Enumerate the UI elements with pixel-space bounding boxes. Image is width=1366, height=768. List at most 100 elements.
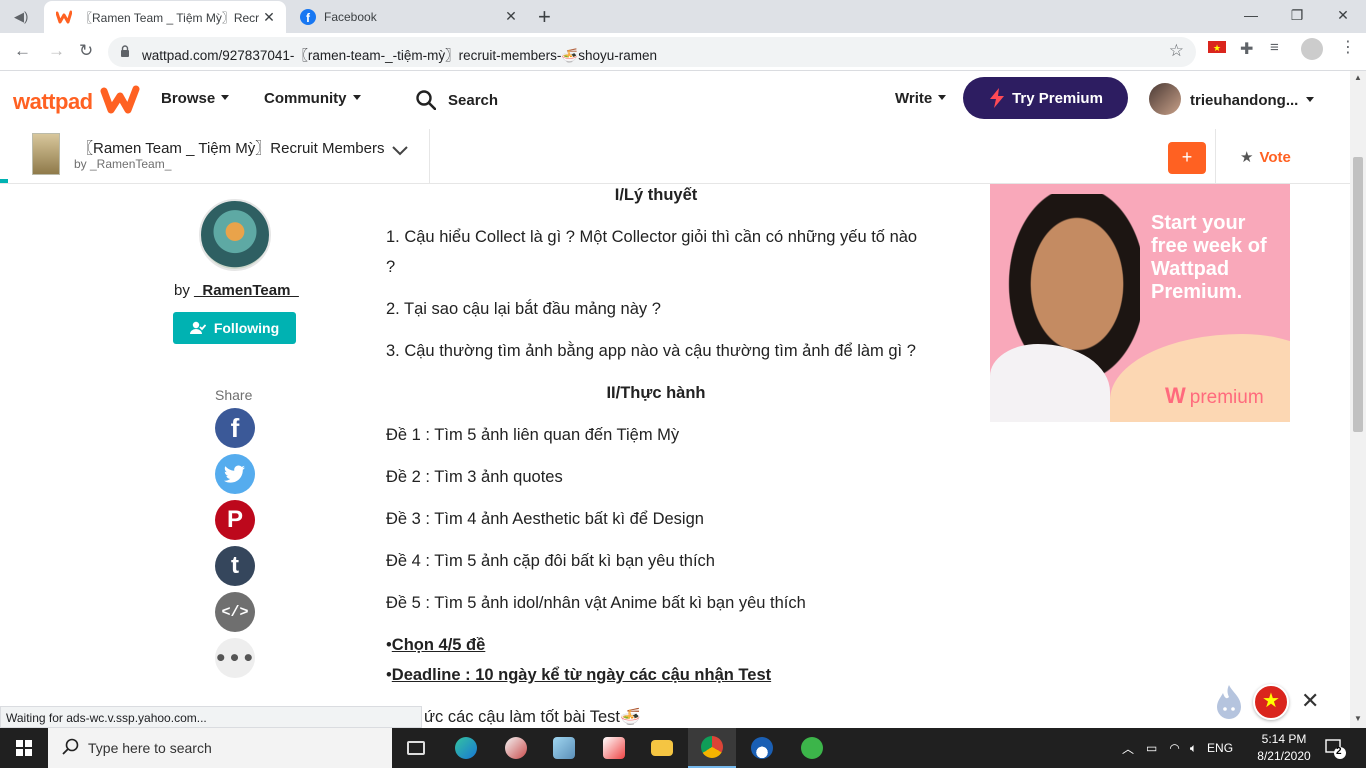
lock-icon[interactable] [120,45,130,57]
scrollbar-thumb[interactable] [1353,157,1363,432]
close-window-button[interactable]: ✕ [1320,0,1366,30]
star-icon: ★ [1240,149,1254,166]
chrome-icon [701,736,723,758]
vietnam-flag-extension-icon[interactable]: ★ [1208,41,1226,53]
add-to-list-button[interactable]: + [1168,142,1206,174]
wifi-icon[interactable]: ◠ [1169,741,1179,755]
premium-ad[interactable]: Start your free week of Wattpad Premium.… [990,184,1290,422]
wattpad-logo-icon[interactable] [100,85,140,115]
extensions-puzzle-icon[interactable]: ✚ [1240,39,1253,59]
story-bar: 〖Ramen Team _ Tiệm Mỳ〗Recruit Members by… [0,129,1350,184]
author-avatar[interactable] [199,199,271,271]
taskbar-app-green[interactable] [788,728,836,768]
taskbar-snipping[interactable] [590,728,638,768]
url-text[interactable]: wattpad.com/927837041-〖ramen-team-_-tiệm… [142,44,657,64]
taskbar-clock[interactable]: 5:14 PM 8/21/2020 [1256,731,1312,765]
app-green-icon [801,737,823,759]
new-tab-button[interactable]: + [538,4,551,30]
taskbar-search-box[interactable]: Type here to search [48,728,392,768]
volume-icon[interactable]: 🔈︎ [1190,741,1197,756]
search-icon[interactable] [416,90,436,110]
community-label: Community [264,90,347,107]
ad-headline: Start your free week of Wattpad Premium. [1151,212,1267,303]
language-indicator[interactable]: ENG [1207,741,1233,755]
scroll-up-arrow-icon[interactable]: ▲ [1354,73,1362,82]
story-cover-image[interactable] [32,133,60,175]
bookmark-star-icon[interactable]: ☆ [1169,41,1184,61]
chrome-menu-icon[interactable]: ⋮ [1340,37,1356,57]
clock-date: 8/21/2020 [1257,749,1311,763]
scroll-down-arrow-icon[interactable]: ▼ [1354,714,1362,723]
profile-avatar-icon[interactable] [1301,38,1323,60]
story-title[interactable]: 〖Ramen Team _ Tiệm Mỳ〗Recruit Members [78,137,384,158]
media-queue-icon[interactable]: ≡ [1270,39,1279,56]
paragraph-deadline: •Deadline : 10 ngày kể từ ngày các cậu n… [386,666,771,685]
vote-button[interactable]: ★ Vote [1240,148,1291,166]
notification-center-button[interactable]: 2 [1324,737,1346,759]
reading-progress-bar [0,179,8,183]
taskbar-search-placeholder: Type here to search [88,740,212,756]
author-name-link[interactable]: _RamenTeam_ [194,282,299,299]
maximize-button[interactable]: ❐ [1274,0,1320,30]
close-widget-button[interactable]: ✕ [1301,688,1319,714]
vietnam-flag-widget[interactable]: ★ [1253,684,1289,720]
taskbar-app-blue[interactable] [738,728,786,768]
more-icon: ••• [214,646,256,670]
write-menu[interactable]: Write [895,90,947,107]
wattpad-logo-text[interactable]: wattpad [13,89,93,115]
following-button[interactable]: Following [173,312,296,344]
paragraph: Đề 4 : Tìm 5 ảnh cặp đôi bất kì bạn yêu … [386,552,715,570]
taskbar-paint[interactable] [492,728,540,768]
twitter-share-button[interactable] [215,454,255,494]
page-scrollbar[interactable]: ▲ ▼ [1350,71,1366,728]
vote-label: Vote [1259,149,1291,166]
tab-close-button[interactable]: ✕ [260,9,278,26]
task-view-button[interactable] [392,728,440,768]
notes-icon [553,737,575,759]
battery-icon[interactable]: ▭ [1146,741,1157,755]
tab-close-button[interactable]: ✕ [502,8,520,25]
chevron-down-icon[interactable] [391,145,409,157]
windows-taskbar: Type here to search ︿ ▭ ◠ 🔈︎ ENG 5:14 PM… [0,728,1366,768]
svg-text:★: ★ [1213,43,1221,53]
pinterest-share-button[interactable]: P [215,500,255,540]
browse-menu[interactable]: Browse [161,90,230,107]
folder-icon [651,740,673,756]
author-byline: by _RamenTeam_ [174,282,299,299]
tab-wattpad[interactable]: 〖Ramen Team _ Tiệm Mỳ〗Recr ✕ [44,1,286,33]
app-blue-icon [751,737,773,759]
more-share-button[interactable]: ••• [214,638,256,678]
windows-start-icon[interactable] [16,740,32,756]
taskbar-file-explorer[interactable] [638,728,686,768]
try-premium-button[interactable]: Try Premium [963,77,1128,119]
address-bar[interactable]: wattpad.com/927837041-〖ramen-team-_-tiệm… [108,37,1196,67]
back-arrow-icon[interactable]: ← [14,41,31,61]
user-avatar[interactable] [1149,83,1181,115]
reload-icon[interactable]: ↻ [79,41,93,61]
paragraph: Đề 5 : Tìm 5 ảnh idol/nhân vật Anime bất… [386,594,806,612]
wattpad-w-icon: W [1165,383,1186,408]
forward-arrow-icon[interactable]: → [48,41,65,61]
tumblr-share-button[interactable]: t [215,546,255,586]
taskbar-edge[interactable] [442,728,490,768]
taskbar-chrome[interactable] [688,728,736,768]
show-hidden-icons-icon[interactable]: ︿ [1122,740,1134,757]
paragraph: ? [386,258,396,276]
community-menu[interactable]: Community [264,90,361,107]
tab-audio-icon[interactable]: ◀︎) [14,9,30,25]
search-input[interactable]: Search [448,92,498,109]
story-author[interactable]: by _RamenTeam_ [74,157,171,171]
embed-share-button[interactable]: </> [215,592,255,632]
paragraph: 1. Cậu hiểu Collect là gì ? Một Collecto… [386,228,918,246]
flame-widget-icon[interactable] [1213,683,1245,721]
notification-icon [1325,739,1346,759]
user-menu[interactable]: trieuhandong... [1190,92,1315,109]
divider [1215,129,1216,183]
tab-facebook[interactable]: f Facebook ✕ [288,0,528,33]
minimize-button[interactable]: — [1228,0,1274,30]
facebook-share-button[interactable]: f [215,408,255,448]
try-premium-label: Try Premium [1012,89,1103,107]
user-check-icon [189,321,206,334]
taskbar-notes[interactable] [540,728,588,768]
system-tray: ︿ ▭ ◠ 🔈︎ ENG [1122,728,1233,768]
